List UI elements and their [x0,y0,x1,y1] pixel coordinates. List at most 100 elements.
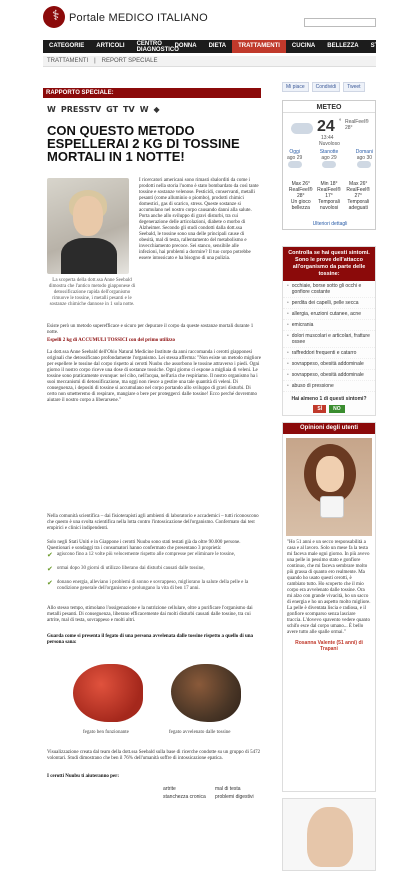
nav-item-categorie[interactable]: CATEGORIE [43,40,90,53]
article-paragraph-5: Solo negli Stati Uniti e in Giappone i c… [47,540,241,551]
breadcrumb-report[interactable]: REPORT SPECIALE [102,56,158,66]
symptom-poll: Controlla se hai questi sintomi. Sono le… [282,246,376,416]
poll-item: • dolori muscolari e articolari, fratture… [283,331,375,348]
weather-day-tonight[interactable]: Stanotte ago 29 [320,149,338,170]
poll-buttons: SÌ NO [283,405,375,413]
cloud-icon [287,161,302,168]
testimonial-photo [286,438,372,536]
weather-title: METEO [283,101,375,113]
weather-details-link[interactable]: Ulteriori dettagli [283,221,377,227]
doctor-photo-card: La scoperta della dott.ssa Anne Seebald … [47,178,137,319]
doctor-photo [47,178,129,274]
tag-mal-di-testa: mal di testa [215,786,241,792]
weather-day-tomorrow[interactable]: Domani ago 30 [356,149,373,170]
media-logo-w: W [47,105,56,114]
site-header: ⚕ Portale MEDICO ITALIANO [0,0,419,38]
site-title[interactable]: Portale MEDICO ITALIANO [69,12,208,24]
weather-day-today[interactable]: Oggi ago 29 [287,149,302,170]
media-logo-gt: GT [106,105,119,114]
poll-item: • sovrappeso, obesità addominale [283,359,375,370]
sick-liver-image [171,664,241,722]
benefit-item: ✔ ormai dopo 30 giorni di utilizzo libera… [47,565,205,573]
weather-widget: METEO 24 ° RealFeel® 28° 13:44 Nuvoloso … [282,100,376,230]
poll-item: • abuso di pressione [283,381,375,392]
nav-item-trattamenti[interactable]: TRATTAMENTI [232,40,286,53]
nav-item-centro-diagnostico[interactable]: CENTRO DIAGNOSTICO [131,40,179,53]
media-logo-tv: TV [123,105,135,114]
media-logos: W PRESSTV GT TV W ◆ [47,105,160,114]
poll-question: Hai almeno 1 di questi sintomi? [291,396,367,402]
tag-artrite: artrite [163,786,176,792]
article-paragraph-6: Allo stesso tempo, stimolano l'ossigenaz… [47,606,253,623]
cloud-icon [357,161,372,168]
forecast-today: Max 26° RealFeel® 28° Un gioco bellezza [288,181,313,211]
poll-item: • occhiaie, borse sotto gli occhi e gonfi… [283,281,375,298]
photo-caption: La scoperta della dott.ssa Anne Seebald … [48,278,136,307]
article-headline: CON QUESTO METODO ESPELLERAI 2 KG DI TOS… [47,123,240,164]
article-paragraph-7: Guarda come si presenta il fegato di una… [47,634,254,645]
benefit-item: ✔ agiscono fino a 12 volte più velocement… [47,551,236,559]
facebook-like-button[interactable]: Mi piace [282,82,309,92]
cloud-icon [322,161,337,168]
weather-condition: Nuvoloso [319,141,340,147]
facebook-share-button[interactable]: Condividi [311,82,341,92]
poll-item: • emicrania [283,320,375,331]
cloud-icon [291,123,313,134]
tweet-button[interactable]: Tweet [343,82,365,92]
breadcrumb: TRATTAMENTI | REPORT SPECIALE [43,56,376,67]
nav-item-dieta[interactable]: DIETA [203,40,233,53]
weather-realfeel: RealFeel® 28° [345,119,369,131]
benefit-item: ✔ donano energia, alleviano i problemi di… [47,579,249,592]
sick-liver-caption: fegato avvelenato dalle tossine [169,730,231,735]
symptom-tags: artrite mal di testa stanchezza cronica … [163,786,265,800]
forecast-tonight: Min 18° RealFeel® 17° Temporali nuvolosi [317,181,341,211]
tag-digestivi: problemi digestivi [215,794,254,800]
article-paragraph-9: I cerotti Nuubu ti aiuteranno per: [47,774,119,779]
check-icon: ✔ [47,551,53,559]
testimonial-text: "Ho 51 anni e un secco responsabilità a … [287,540,371,635]
tag-stanchezza: stanchezza cronica [163,794,206,800]
poll-item: • perdita dei capelli, pelle secca [283,298,375,309]
nav-item-cucina[interactable]: CUCINA [286,40,321,53]
article-paragraph-1: Esiste però un metodo superefficace e si… [47,324,254,335]
media-logo-presstv: PRESSTV [60,105,102,114]
nav-item-articoli[interactable]: ARTICOLI [90,40,130,53]
poll-item: • sovrappeso, obesità addominale [283,370,375,381]
poll-item: • raffreddori frequenti e catarro [283,348,375,359]
nav-item-stile[interactable]: STILE [365,40,394,53]
poll-no-button[interactable]: NO [329,405,345,413]
second-testimonial-photo [282,798,376,871]
weather-unit: ° [339,119,342,125]
article-paragraph-8: Visualizzazione creata dal team della do… [47,750,261,761]
weather-days: Oggi ago 29 Stanotte ago 29 Domani ago 30 [287,149,373,170]
special-report-label: RAPPORTO SPECIALE: [43,88,261,98]
article-intro: I ricercatori americani sono rimasti sba… [139,178,259,261]
nav-item-bellezza[interactable]: BELLEZZA [321,40,364,53]
nav-item-donna[interactable]: DONNA [169,40,203,53]
caduceus-symbol-icon: ⚕ [52,8,60,24]
user-opinions: Opinioni degli utenti "Ho 51 anni e un s… [282,422,376,792]
forecast-tomorrow: Max 26° RealFeel® 27° Temporali adeguati [346,181,371,211]
healthy-liver-caption: fegato ben funzionante [83,730,129,735]
social-buttons: Mi piace Condividi Tweet [282,82,365,92]
article-paragraph-4: Nella comunità scientifica – dai fisiote… [47,514,259,531]
opinions-title: Opinioni degli utenti [283,423,375,434]
main-nav: CATEGORIE ARTICOLI CENTRO DIAGNOSTICO DO… [43,40,388,53]
poll-item: • allergia, eruzioni cutanee, acne [283,309,375,320]
check-icon: ✔ [47,579,53,587]
check-icon: ✔ [47,565,53,573]
search-input[interactable] [304,18,376,27]
weather-forecast: Max 26° RealFeel® 28° Un gioco bellezza Mi… [287,181,373,211]
breadcrumb-separator: | [94,58,96,64]
article: RAPPORTO SPECIALE: W PRESSTV GT TV W ◆ C… [43,74,279,871]
weather-temp: 24 [317,118,335,135]
poll-title: Controlla se hai questi sintomi. Sono le… [283,247,375,281]
poll-yes-button[interactable]: SÌ [313,405,327,413]
breadcrumb-trattamenti[interactable]: TRATTAMENTI [47,56,88,66]
article-subheading: Espelli 2 kg di ACCUMULI TOSSICI con del… [47,338,176,343]
testimonial-signature: Rosanna Valente (51 anni) di Trapani [295,640,363,652]
media-logo-diamond: ◆ [153,105,160,114]
article-paragraph-3: La dott.ssa Anne Seebald dell'Ohio Natur… [47,350,261,403]
healthy-liver-image [73,664,143,722]
benefits-list: ✔ agiscono fino a 12 volte più velocement… [47,552,261,599]
